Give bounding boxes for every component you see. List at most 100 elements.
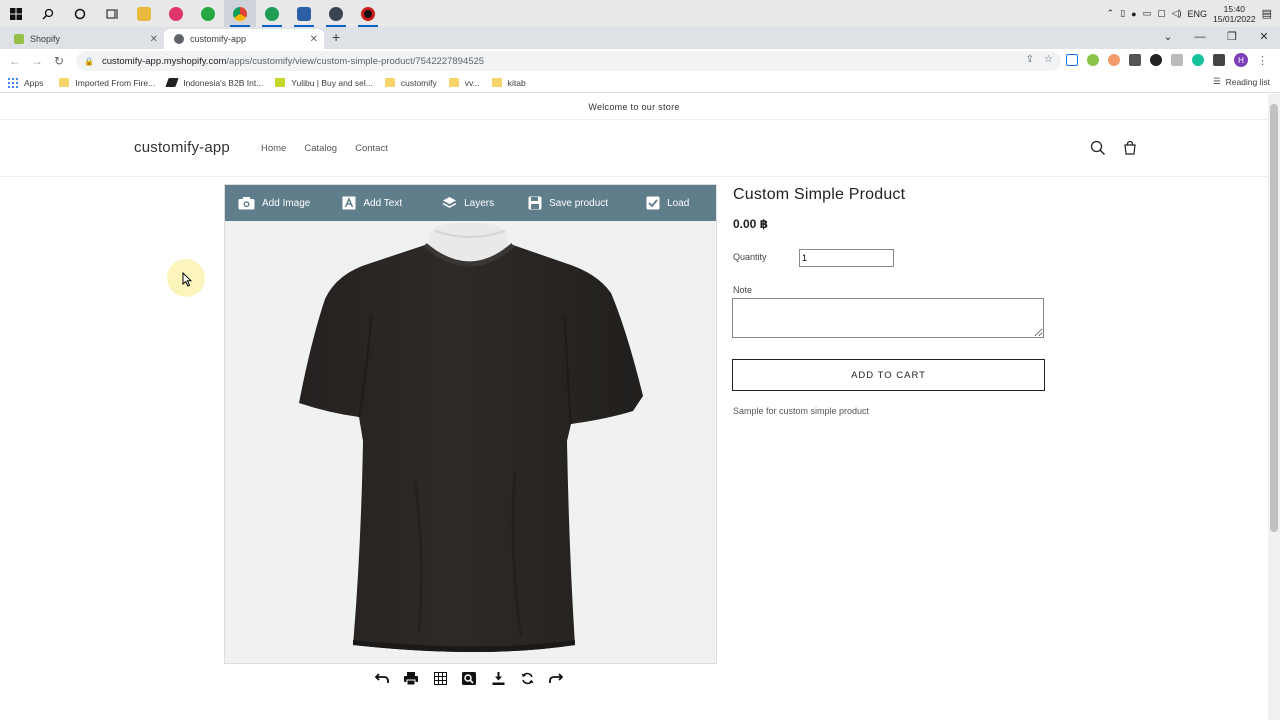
bookmark-folder[interactable]: customify	[384, 77, 437, 88]
bookmark-link[interactable]: Yulibu | Buy and sel...	[275, 78, 373, 88]
load-button[interactable]: Load	[646, 196, 689, 210]
extension-icon[interactable]	[1087, 54, 1099, 66]
close-window-button[interactable]: ✕	[1248, 27, 1280, 47]
zoom-icon[interactable]	[461, 670, 477, 686]
battery-icon[interactable]: ▯	[1120, 8, 1125, 19]
extension-icon[interactable]	[1108, 54, 1120, 66]
reset-icon[interactable]	[519, 670, 535, 686]
powershell-icon[interactable]	[288, 0, 320, 27]
tool-label: Save product	[549, 197, 609, 209]
nav-contact[interactable]: Contact	[355, 143, 388, 154]
layers-button[interactable]: Layers	[442, 196, 494, 210]
profile-avatar[interactable]: H	[1234, 53, 1248, 67]
language-indicator[interactable]: ENG	[1188, 9, 1208, 19]
tool-label: Add Image	[262, 197, 311, 209]
tab-customify-app[interactable]: customify-app ✕	[164, 29, 324, 49]
extension-icon[interactable]	[1066, 54, 1078, 66]
tab-search-icon[interactable]: ⌄	[1152, 27, 1184, 47]
designer-bottom-toolbar	[374, 670, 564, 686]
search-icon[interactable]	[1090, 140, 1106, 156]
nav-home[interactable]: Home	[261, 143, 286, 154]
note-textarea[interactable]	[732, 298, 1044, 338]
chrome-green-icon[interactable]	[256, 0, 288, 27]
download-icon[interactable]	[490, 670, 506, 686]
bookmark-apps[interactable]: Apps	[8, 77, 43, 88]
grid-icon[interactable]	[432, 670, 448, 686]
bookmark-folder[interactable]: kitab	[491, 78, 526, 88]
globe-icon	[174, 34, 184, 44]
announcement-bar: Welcome to our store	[0, 94, 1268, 120]
print-icon[interactable]	[403, 670, 419, 686]
grammarly-icon[interactable]	[1192, 54, 1204, 66]
bookmark-star-icon[interactable]: ☆	[1044, 54, 1053, 65]
back-icon[interactable]: ←	[4, 54, 26, 68]
store-logo[interactable]: customify-app	[134, 139, 230, 156]
reading-list[interactable]: ☰ Reading list	[1213, 76, 1270, 87]
tab-shopify[interactable]: Shopify ✕	[4, 29, 164, 49]
design-canvas[interactable]	[225, 221, 716, 663]
reload-icon[interactable]: ↻	[48, 54, 70, 68]
bookmark-label: Imported From Fire...	[75, 77, 156, 88]
windows-start-icon[interactable]	[0, 0, 32, 27]
add-image-button[interactable]: Add Image	[238, 196, 310, 210]
yulibu-icon	[275, 78, 286, 87]
quantity-input[interactable]	[799, 249, 894, 267]
folder-icon	[384, 78, 395, 87]
forward-icon[interactable]: →	[26, 54, 48, 68]
minimize-button[interactable]: —	[1184, 27, 1216, 47]
undo-icon[interactable]	[374, 670, 390, 686]
lock-icon[interactable]: 🔒	[84, 57, 94, 66]
nav-catalog[interactable]: Catalog	[304, 143, 337, 154]
davinci-icon[interactable]	[320, 0, 352, 27]
clock-time: 15:40	[1223, 3, 1245, 14]
close-icon[interactable]: ✕	[150, 34, 158, 45]
extension-icon[interactable]	[1171, 54, 1183, 66]
network-icon[interactable]: ▭	[1143, 8, 1152, 19]
cart-icon[interactable]	[1122, 140, 1138, 156]
more-menu-icon[interactable]: ⋮	[1257, 54, 1268, 67]
restore-button[interactable]: ❐	[1216, 27, 1248, 47]
new-tab-button[interactable]: +	[332, 29, 340, 45]
checkbox-icon	[646, 196, 660, 210]
address-bar[interactable]: 🔒 customify-app.myshopify.com/apps/custo…	[76, 51, 1061, 71]
extension-icon[interactable]	[1129, 54, 1141, 66]
extension-icon[interactable]	[1150, 54, 1162, 66]
save-product-button[interactable]: Save product	[528, 196, 608, 210]
product-price: 0.00 ฿	[733, 217, 769, 231]
opera-gx-icon[interactable]	[160, 0, 192, 27]
bookmark-folder[interactable]: Imported From Fire...	[59, 78, 155, 88]
add-to-cart-button[interactable]: ADD TO CART	[732, 359, 1045, 391]
tab-label: Shopify	[30, 34, 61, 44]
save-icon	[528, 196, 542, 210]
whatsapp-icon[interactable]	[192, 0, 224, 27]
share-icon[interactable]: ⇪	[1026, 54, 1034, 65]
notification-icon[interactable]: ▤	[1262, 7, 1272, 20]
redo-icon[interactable]	[548, 670, 564, 686]
cortana-icon[interactable]	[64, 0, 96, 27]
url-host: customify-app.myshopify.com	[101, 55, 227, 67]
scrollbar-thumb[interactable]	[1270, 104, 1278, 532]
volume-icon[interactable]: ◁)	[1172, 8, 1182, 19]
chrome-icon[interactable]	[224, 0, 256, 27]
display-icon[interactable]: ▢	[1157, 8, 1166, 19]
tshirt-image[interactable]	[225, 221, 716, 663]
clock[interactable]: 15:40 15/01/2022	[1213, 4, 1256, 24]
bookmark-label: customify	[400, 77, 437, 88]
add-text-button[interactable]: Add Text	[342, 196, 402, 210]
search-icon[interactable]	[32, 0, 64, 27]
close-icon[interactable]: ✕	[310, 34, 318, 45]
bookmark-link[interactable]: Indonesia's B2B Int...	[165, 78, 263, 88]
tab-label: customify-app	[190, 34, 247, 44]
puzzle-icon[interactable]	[1213, 54, 1225, 66]
indonetwork-icon	[165, 78, 179, 87]
file-explorer-icon[interactable]	[128, 0, 160, 27]
task-view-icon[interactable]	[96, 0, 128, 27]
record-icon[interactable]	[352, 0, 384, 27]
url-path: /apps/customify/view/custom-simple-produ…	[226, 55, 485, 67]
bookmark-folder[interactable]: vv...	[448, 78, 480, 88]
chevron-up-icon[interactable]: ⌃	[1107, 8, 1115, 19]
window-controls: ⌄ — ❐ ✕	[1152, 27, 1280, 47]
mic-icon[interactable]: ●	[1131, 9, 1136, 19]
tab-strip: Shopify ✕ customify-app ✕	[0, 27, 1280, 49]
extensions-bar: H ⋮	[1066, 53, 1268, 67]
